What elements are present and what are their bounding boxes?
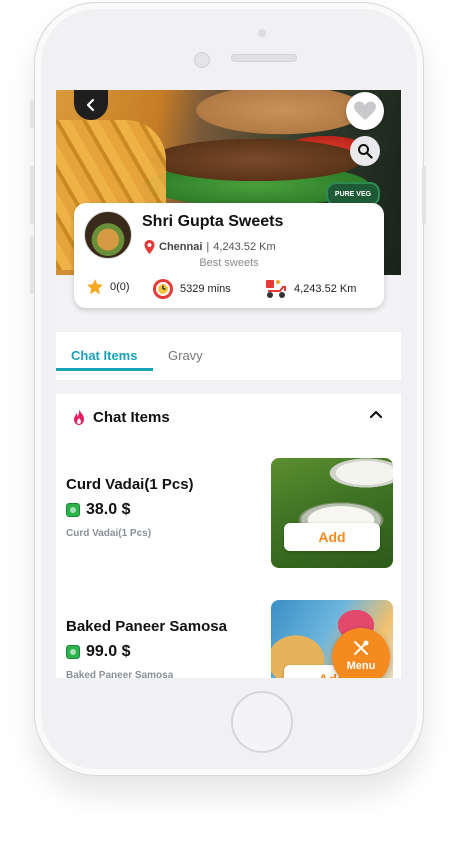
rating-stat: 0(0)	[86, 278, 130, 296]
category-tabs: Chat Items Gravy	[56, 332, 401, 380]
restaurant-name: Shri Gupta Sweets	[142, 213, 284, 230]
cutlery-icon	[354, 640, 369, 655]
star-icon	[87, 279, 103, 295]
mute-switch	[30, 100, 34, 128]
heart-icon	[354, 101, 376, 120]
app-screen: PURE VEG Shri Gupta Sweets Chennai | 4,2…	[56, 90, 401, 678]
location-separator: |	[206, 241, 210, 253]
restaurant-tagline: Best sweets	[199, 257, 259, 269]
restaurant-info-card: Shri Gupta Sweets Chennai | 4,243.52 Km …	[74, 203, 384, 308]
section-header[interactable]: Chat Items	[71, 408, 170, 426]
delivery-time-value: 5329 mins	[180, 283, 231, 295]
search-button[interactable]	[350, 136, 380, 166]
delivery-distance-value: 4,243.52 Km	[294, 283, 357, 295]
section-title: Chat Items	[93, 408, 170, 426]
volume-down-button	[30, 236, 34, 294]
back-arrow-icon	[86, 98, 95, 112]
tab-chat-items[interactable]: Chat Items	[71, 348, 137, 363]
tab-gravy[interactable]: Gravy	[168, 348, 203, 363]
menu-fab-label: Menu	[346, 660, 376, 672]
veg-indicator-icon	[66, 503, 80, 517]
rating-value: 0(0)	[110, 281, 130, 293]
clock-icon	[153, 279, 173, 299]
front-sensor	[258, 29, 266, 37]
item-description: Curd Vadai(1 Pcs)	[66, 528, 152, 539]
volume-up-button	[30, 166, 34, 224]
chevron-up-icon[interactable]	[369, 409, 383, 419]
item-description: Baked Paneer Samosa	[66, 670, 174, 678]
active-tab-indicator	[56, 368, 153, 371]
delivery-time-stat: 5329 mins	[152, 278, 231, 300]
menu-item: Curd Vadai(1 Pcs) 38.0 $ Curd Vadai(1 Pc…	[56, 456, 401, 576]
item-name: Curd Vadai(1 Pcs)	[66, 476, 194, 493]
restaurant-distance: 4,243.52 Km	[213, 241, 276, 253]
item-image: Add	[271, 458, 393, 568]
location-row: Chennai | 4,243.52 Km	[144, 240, 276, 254]
add-button[interactable]: Add	[284, 523, 380, 551]
fire-icon	[74, 409, 84, 425]
front-camera	[194, 52, 210, 68]
power-button	[422, 166, 426, 224]
location-pin-icon	[144, 240, 155, 254]
veg-indicator-icon	[66, 645, 80, 659]
item-price-row: 99.0 $	[66, 643, 130, 661]
home-button[interactable]	[231, 691, 293, 753]
restaurant-city: Chennai	[159, 241, 203, 253]
delivery-scooter-icon	[266, 280, 286, 298]
favorite-button[interactable]	[346, 92, 384, 130]
item-price: 38.0 $	[86, 501, 131, 518]
item-price: 99.0 $	[86, 643, 131, 660]
item-price-row: 38.0 $	[66, 501, 130, 519]
restaurant-avatar	[84, 211, 132, 259]
delivery-distance-stat: 4,243.52 Km	[264, 278, 356, 300]
search-icon	[358, 144, 373, 159]
item-name: Baked Paneer Samosa	[66, 618, 227, 635]
menu-fab-button[interactable]: Menu	[332, 628, 390, 678]
earpiece-speaker	[231, 54, 297, 62]
